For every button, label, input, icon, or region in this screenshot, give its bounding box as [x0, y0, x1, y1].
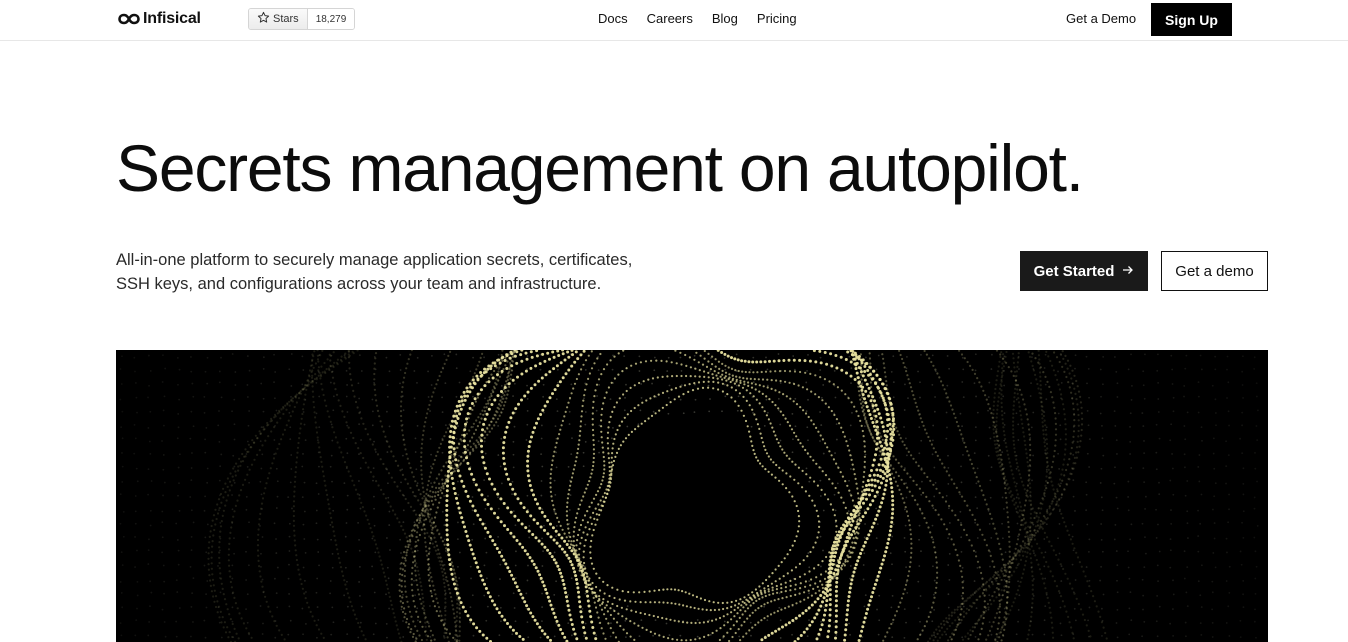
github-stars-label: Stars — [273, 13, 299, 25]
hero-subtitle-line-2: SSH keys, and configurations across your… — [116, 275, 602, 293]
hero-subtitle: All-in-one platform to securely manage a… — [116, 248, 676, 296]
hero-title: Secrets management on autopilot. — [116, 131, 1084, 205]
hero-particle-visual — [116, 350, 1268, 642]
github-stars-badge[interactable]: Stars 18,279 — [248, 8, 356, 30]
brand-logo[interactable]: Infisical — [118, 9, 201, 29]
brand-name: Infisical — [143, 10, 201, 27]
get-started-button[interactable]: Get Started — [1020, 251, 1148, 291]
top-navbar: Infisical Stars 18,279 Docs Careers Blog… — [0, 0, 1348, 41]
nav-link-docs[interactable]: Docs — [598, 11, 628, 26]
main-nav: Docs Careers Blog Pricing — [598, 11, 797, 26]
nav-link-careers[interactable]: Careers — [647, 11, 693, 26]
sign-up-button[interactable]: Sign Up — [1151, 3, 1232, 36]
infinity-icon — [118, 13, 140, 25]
arrow-right-icon — [1122, 263, 1134, 280]
get-a-demo-button[interactable]: Get a demo — [1161, 251, 1268, 291]
github-stars-button[interactable]: Stars — [249, 9, 308, 29]
star-icon — [257, 11, 270, 27]
particle-vortex-graphic — [119, 350, 1259, 642]
nav-get-demo-link[interactable]: Get a Demo — [1066, 11, 1136, 26]
github-stars-count[interactable]: 18,279 — [307, 9, 355, 29]
hero-subtitle-line-1: All-in-one platform to securely manage a… — [116, 251, 633, 269]
get-started-label: Get Started — [1033, 262, 1115, 280]
nav-link-pricing[interactable]: Pricing — [757, 11, 797, 26]
nav-link-blog[interactable]: Blog — [712, 11, 738, 26]
